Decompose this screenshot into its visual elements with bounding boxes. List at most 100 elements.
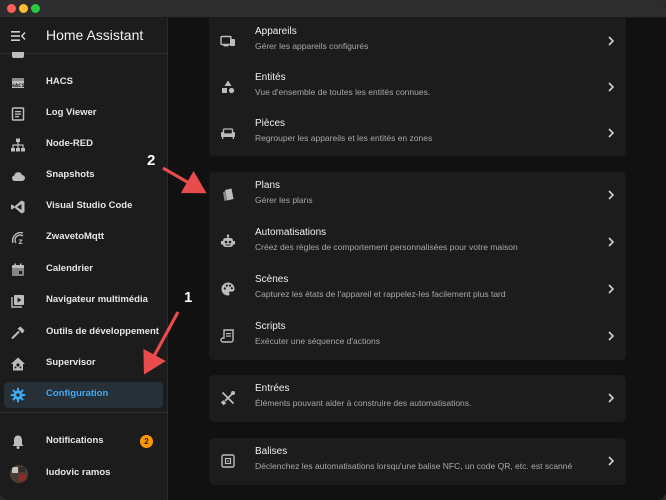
media-icon [11, 295, 24, 308]
tools-icon [220, 391, 235, 406]
gear-icon [10, 387, 26, 403]
close-window-button[interactable] [7, 4, 16, 13]
row-subtitle: Gérer les plans [255, 195, 313, 205]
nfc-tag-icon [221, 454, 235, 468]
sidebar-item-label: Notifications [46, 435, 104, 446]
sidebar-header: Home Assistant [0, 18, 168, 54]
chevron-right-icon [608, 237, 615, 247]
sidebar-item-label: Log Viewer [46, 107, 97, 118]
hacs-icon: HACS [11, 78, 25, 89]
sidebar-item-zwave[interactable]: Z ZwavetoMqtt [4, 225, 163, 251]
row-title: Scènes [255, 274, 289, 285]
shapes-icon [222, 80, 235, 94]
sidebar-item-label: Supervisor [46, 357, 96, 368]
node-red-icon [11, 138, 25, 152]
chevron-right-icon [608, 331, 615, 341]
settings-row-entrees[interactable]: Entrées Éléments pouvant aider à constru… [209, 375, 626, 422]
svg-text:Z: Z [18, 239, 23, 246]
settings-row-scenes[interactable]: Scènes Capturez les états de l'appareil … [209, 266, 626, 313]
annotation-label-2: 2 [147, 152, 156, 169]
settings-row-entites[interactable]: Entités Vue d'ensemble de toutes les ent… [209, 64, 626, 111]
sidebar-item-label: Configuration [46, 388, 109, 399]
settings-card-automation: Plans Gérer les plans Automatisations Cr… [209, 172, 626, 360]
settings-card-balises: Balises Déclenchez les automatisations l… [209, 438, 626, 485]
log-viewer-icon [11, 107, 25, 121]
main-content: Appareils Gérer les appareils configurés… [169, 18, 666, 500]
sidebar-item-supervisor[interactable]: Supervisor [4, 351, 163, 377]
annotation-label-1: 1 [184, 289, 193, 306]
sidebar-item-label: Node-RED [46, 138, 93, 149]
row-title: Entités [255, 72, 286, 83]
menu-collapse-icon[interactable] [10, 28, 26, 44]
row-title: Automatisations [255, 227, 327, 238]
sidebar-item-hidden[interactable] [4, 52, 163, 60]
chevron-right-icon [608, 82, 615, 92]
settings-row-balises[interactable]: Balises Déclenchez les automatisations l… [209, 438, 626, 485]
sidebar-item-calendrier[interactable]: Calendrier [4, 257, 163, 283]
chevron-right-icon [608, 393, 615, 403]
blueprint-icon [223, 188, 234, 201]
chevron-right-icon [608, 36, 615, 46]
devices-icon [220, 35, 235, 47]
robot-icon [221, 234, 235, 247]
generic-icon [12, 52, 24, 58]
window-titlebar [0, 0, 666, 18]
sidebar-item-devtools[interactable]: Outils de développement [4, 320, 163, 346]
row-title: Scripts [255, 321, 286, 332]
row-title: Balises [255, 446, 288, 457]
script-icon [220, 329, 234, 343]
notification-badge: 2 [140, 435, 153, 448]
row-subtitle: Capturez les états de l'appareil et rapp… [255, 289, 506, 299]
row-title: Plans [255, 180, 281, 191]
sidebar-item-label: Navigateur multimédia [46, 294, 148, 305]
row-title: Entrées [255, 383, 290, 394]
vscode-icon [11, 200, 25, 214]
chevron-right-icon [608, 284, 615, 294]
sidebar-item-snapshots[interactable]: Snapshots [4, 163, 163, 189]
palette-icon [221, 282, 235, 296]
row-subtitle: Créez des règles de comportement personn… [255, 242, 518, 252]
sidebar-item-user[interactable]: ludovic ramos [4, 461, 163, 487]
settings-row-scripts[interactable]: Scripts Exécuter une séquence d'actions [209, 313, 626, 360]
sidebar-item-configuration[interactable]: Configuration [4, 382, 163, 408]
sidebar-divider [0, 412, 168, 413]
sofa-icon [221, 128, 235, 139]
app-window: Home Assistant HACS HACS Log Viewer Node… [0, 0, 666, 500]
svg-text:HACS: HACS [11, 83, 25, 89]
row-subtitle: Gérer les appareils configurés [255, 41, 369, 51]
sidebar-item-label: Visual Studio Code [46, 200, 133, 211]
avatar [10, 465, 28, 483]
home-assistant-icon [11, 357, 25, 371]
zoom-window-button[interactable] [31, 4, 40, 13]
cloud-icon [12, 172, 25, 181]
sidebar-item-node-red[interactable]: Node-RED [4, 132, 163, 158]
app-title: Home Assistant [46, 27, 144, 43]
chevron-right-icon [608, 190, 615, 200]
bell-icon [12, 435, 24, 449]
row-subtitle: Éléments pouvant aider à construire des … [255, 398, 472, 408]
hammer-icon [11, 326, 25, 340]
sidebar-item-label: Outils de développement [46, 326, 159, 337]
sidebar-item-media[interactable]: Navigateur multimédia [4, 288, 163, 314]
row-title: Pièces [255, 118, 286, 129]
user-name: ludovic ramos [46, 467, 111, 478]
sidebar-item-label: ZwavetoMqtt [46, 231, 105, 242]
row-subtitle: Exécuter une séquence d'actions [255, 336, 380, 346]
minimize-window-button[interactable] [19, 4, 28, 13]
sidebar-item-notifications[interactable]: Notifications 2 [4, 429, 163, 455]
settings-card-devices: Appareils Gérer les appareils configurés… [209, 18, 626, 156]
sidebar: Home Assistant HACS HACS Log Viewer Node… [0, 18, 168, 500]
zwave-icon: Z [11, 231, 24, 246]
settings-row-pieces[interactable]: Pièces Regrouper les appareils et les en… [209, 110, 626, 157]
settings-row-appareils[interactable]: Appareils Gérer les appareils configurés [209, 18, 626, 65]
row-title: Appareils [255, 26, 297, 37]
row-subtitle: Déclenchez les automatisations lorsqu'un… [255, 461, 573, 471]
sidebar-item-vscode[interactable]: Visual Studio Code [4, 194, 163, 220]
settings-card-entrees: Entrées Éléments pouvant aider à constru… [209, 375, 626, 422]
sidebar-item-log-viewer[interactable]: Log Viewer [4, 101, 163, 127]
sidebar-item-hacs[interactable]: HACS HACS [4, 70, 163, 96]
settings-row-automatisations[interactable]: Automatisations Créez des règles de comp… [209, 219, 626, 266]
settings-row-plans[interactable]: Plans Gérer les plans [209, 172, 626, 219]
row-subtitle: Regrouper les appareils et les entités e… [255, 133, 433, 143]
calendar-icon [12, 263, 24, 276]
